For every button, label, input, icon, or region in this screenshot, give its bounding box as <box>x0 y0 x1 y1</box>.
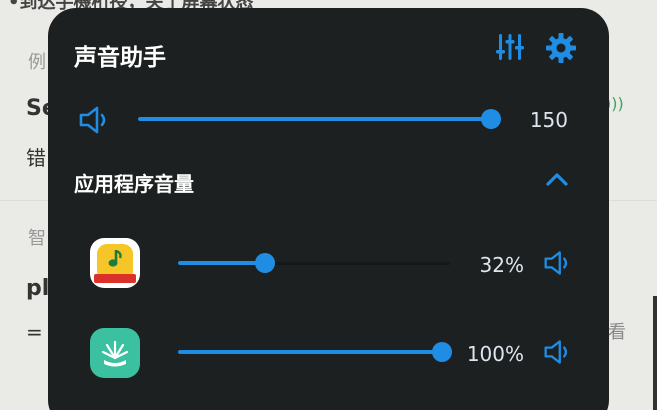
app-volume-value-qq-music: 32% <box>479 253 524 277</box>
master-volume-value: 150 <box>529 108 568 132</box>
qq-music-icon-band <box>94 274 136 283</box>
qq-music-icon <box>90 238 140 288</box>
music-note-icon <box>108 249 122 267</box>
background-scrollbar <box>653 296 657 410</box>
slider-thumb[interactable] <box>255 253 276 273</box>
background-text: 例 <box>28 52 46 73</box>
slider-fill <box>178 261 266 265</box>
speaker-icon[interactable] <box>543 249 573 277</box>
panel-title: 声音助手 <box>74 45 166 71</box>
green-app-glyph-icon <box>101 340 129 367</box>
equalizer-icon[interactable] <box>496 32 524 62</box>
app-volume-slider-green-app[interactable] <box>178 342 452 362</box>
slider-thumb[interactable] <box>481 109 501 129</box>
background-text: = <box>26 320 43 344</box>
speaker-icon[interactable] <box>543 338 573 366</box>
gear-icon[interactable] <box>545 32 577 64</box>
speaker-icon[interactable] <box>78 105 112 135</box>
green-app-icon <box>90 328 140 378</box>
chevron-up-icon[interactable] <box>544 169 570 189</box>
master-volume-slider[interactable] <box>138 109 501 129</box>
app-volume-section-title: 应用程序音量 <box>74 172 194 196</box>
slider-thumb[interactable] <box>432 342 452 362</box>
background-text: pl <box>26 276 50 301</box>
slider-fill <box>178 350 442 354</box>
background-text: 看 <box>608 322 626 343</box>
app-volume-value-green-app: 100% <box>466 342 524 366</box>
sound-assistant-panel: 声音助手 150 应用程序音量 32% 100% <box>48 8 609 410</box>
slider-fill <box>138 117 491 121</box>
background-text: 智 <box>28 228 46 249</box>
app-volume-slider-qq-music[interactable] <box>178 253 450 273</box>
background-text: 错 <box>26 146 46 170</box>
